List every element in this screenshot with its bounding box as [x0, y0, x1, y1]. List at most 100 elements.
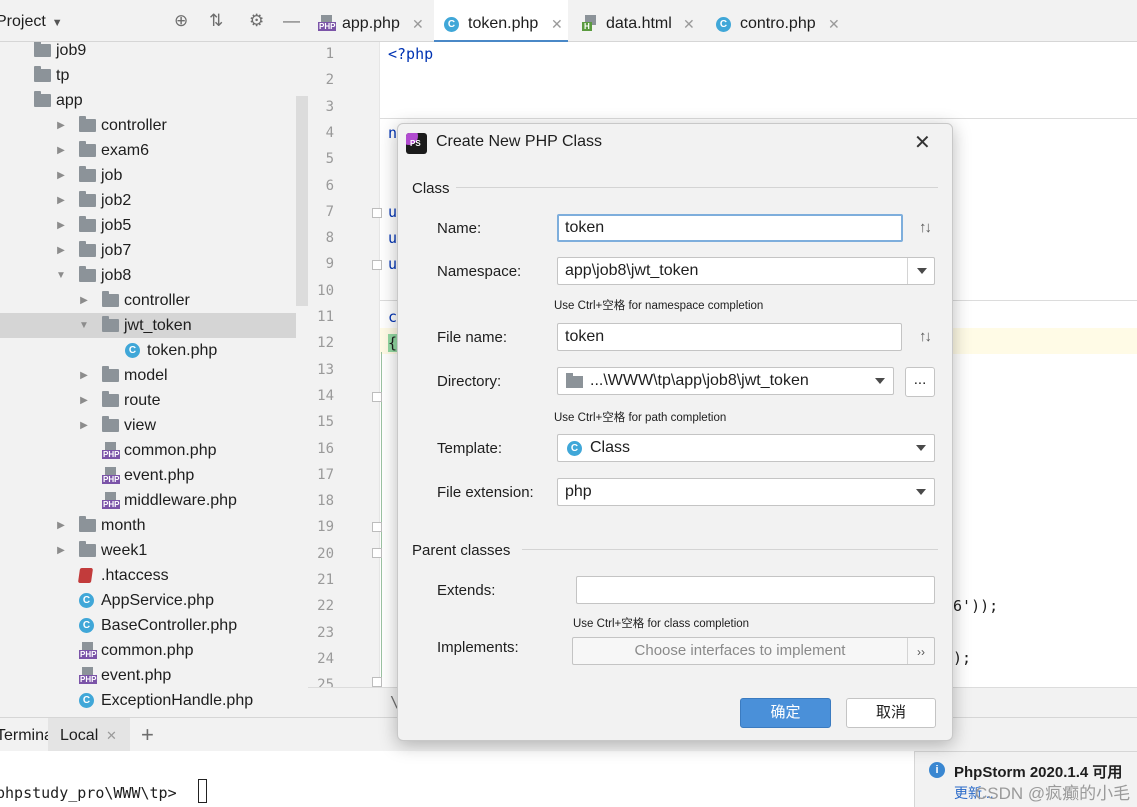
collapsed-arrow-icon[interactable]: ▶ — [55, 213, 67, 238]
tree-item[interactable]: PHP common.php — [0, 438, 296, 463]
tree-item[interactable]: ▶ exam6 — [0, 138, 296, 163]
line-number: 25 — [317, 677, 334, 687]
tab-app-php[interactable]: PHP app.php ✕ — [308, 0, 428, 42]
collapsed-arrow-icon[interactable]: ▶ — [78, 388, 90, 413]
swap-case-icon[interactable]: ↑↓ — [919, 328, 932, 345]
namespace-hint: Use Ctrl+空格 for namespace completion — [554, 300, 764, 312]
php-file-icon: PHP — [79, 667, 98, 684]
close-icon[interactable]: ✕ — [914, 130, 931, 155]
filename-value: token — [565, 328, 605, 345]
collapsed-arrow-icon[interactable]: ▶ — [78, 363, 90, 388]
tree-item[interactable]: ▼app — [0, 88, 296, 113]
tree-item-label: common.php — [124, 442, 217, 459]
tree-item[interactable]: ▶ week1 — [0, 538, 296, 563]
tree-item[interactable]: ▶ controller — [0, 288, 296, 313]
gear-icon[interactable]: ⚙ — [249, 12, 264, 30]
tree-item[interactable]: .htaccess — [0, 563, 296, 588]
locate-icon[interactable]: ⊕ — [174, 12, 188, 30]
close-icon[interactable]: ✕ — [683, 0, 695, 48]
close-icon[interactable]: ✕ — [106, 728, 117, 744]
template-combo[interactable]: C Class — [557, 434, 935, 462]
code-line-1: <?php — [388, 45, 434, 63]
collapsed-arrow-icon[interactable]: ▶ — [78, 288, 90, 313]
tree-item[interactable]: PHP event.php — [0, 463, 296, 488]
close-icon[interactable]: ✕ — [551, 0, 563, 48]
tree-item[interactable]: job9 — [0, 42, 296, 63]
tree-item[interactable]: ▶ job7 — [0, 238, 296, 263]
class-file-icon: C — [79, 693, 94, 708]
browse-directory-button[interactable]: ... — [905, 367, 935, 397]
implements-input[interactable]: Choose interfaces to implement ›› — [572, 637, 935, 665]
swap-case-icon[interactable]: ↑↓ — [919, 219, 932, 236]
fold-marker-icon[interactable] — [372, 260, 382, 270]
add-terminal-icon[interactable]: + — [141, 722, 154, 748]
fold-marker-icon[interactable] — [372, 677, 382, 687]
collapsed-arrow-icon[interactable]: ▶ — [55, 513, 67, 538]
filename-input[interactable]: token — [557, 323, 902, 351]
close-icon[interactable]: ✕ — [828, 0, 840, 48]
project-view-selector[interactable]: Project ▼ — [0, 13, 63, 31]
extension-combo[interactable]: php — [557, 478, 935, 506]
expanded-arrow-icon[interactable]: ▼ — [78, 313, 90, 338]
tree-item[interactable]: tp — [0, 63, 296, 88]
tree-item[interactable]: ▶ controller — [0, 113, 296, 138]
fold-marker-icon[interactable] — [372, 548, 382, 558]
fold-marker-icon[interactable] — [372, 208, 382, 218]
collapsed-arrow-icon[interactable]: ▶ — [55, 113, 67, 138]
tree-item[interactable]: ▼ job8 — [0, 263, 296, 288]
collapsed-arrow-icon[interactable]: ▶ — [55, 138, 67, 163]
method-separator — [380, 118, 1137, 119]
tab-data-html[interactable]: H data.html ✕ — [572, 0, 702, 42]
editor-gutter: 1 2 3 4 5 6 7 8 9 10 11 12 13 14 15 16 17 18 19 20 21 22 23 24 2… — [308, 42, 380, 687]
name-input[interactable]: token — [557, 214, 903, 242]
directory-combo[interactable]: ...\WWW\tp\app\job8\jwt_token — [557, 367, 894, 395]
indent-guide — [381, 352, 382, 687]
collapsed-arrow-icon[interactable]: ▶ — [55, 163, 67, 188]
directory-dropdown-button[interactable] — [866, 368, 893, 394]
tree-item[interactable]: ▼ jwt_token — [0, 313, 296, 338]
collapsed-arrow-icon[interactable]: ▶ — [55, 188, 67, 213]
name-value: token — [565, 219, 605, 236]
tree-item[interactable]: ▶ job — [0, 163, 296, 188]
tree-item[interactable]: PHP common.php — [0, 638, 296, 663]
tree-item[interactable]: C BaseController.php — [0, 613, 296, 638]
collapsed-arrow-icon[interactable]: ▶ — [78, 413, 90, 438]
tab-contro-php[interactable]: C contro.php ✕ — [706, 0, 846, 42]
extends-input[interactable] — [576, 576, 935, 604]
collapsed-arrow-icon[interactable]: ▶ — [55, 238, 67, 263]
close-icon[interactable]: ✕ — [412, 0, 424, 48]
section-class-title: Class — [412, 180, 450, 197]
tree-item[interactable]: C ExceptionHandle.php — [0, 688, 296, 713]
choose-interfaces-button[interactable]: ›› — [907, 638, 934, 664]
folder-icon — [79, 241, 96, 257]
tree-item[interactable]: ▶ job2 — [0, 188, 296, 213]
line-number: 17 — [317, 466, 334, 483]
tree-item[interactable]: ▶ view — [0, 413, 296, 438]
tree-item[interactable]: ▶ month — [0, 513, 296, 538]
cancel-button[interactable]: 取消 — [846, 698, 936, 728]
collapse-all-icon[interactable]: ⇅ — [209, 12, 223, 30]
template-label: Template: — [437, 440, 503, 457]
chevron-down-icon — [917, 268, 927, 274]
fold-marker-icon[interactable] — [372, 522, 382, 532]
terminal-tab-local[interactable]: Local ✕ — [48, 718, 130, 752]
namespace-dropdown-button[interactable] — [907, 258, 934, 284]
tree-item[interactable]: ▶ route — [0, 388, 296, 413]
tree-item[interactable]: Ctoken.php — [0, 338, 296, 363]
fold-marker-icon[interactable] — [372, 392, 382, 402]
class-file-icon: C — [716, 17, 731, 32]
ok-button[interactable]: 确定 — [740, 698, 831, 728]
tree-item[interactable]: PHP event.php — [0, 663, 296, 688]
collapsed-arrow-icon[interactable]: ▶ — [55, 538, 67, 563]
tab-token-php[interactable]: C token.php ✕ — [434, 0, 568, 43]
extension-dropdown-button[interactable] — [907, 479, 934, 505]
tree-item[interactable]: ▶ job5 — [0, 213, 296, 238]
expanded-arrow-icon[interactable]: ▼ — [55, 263, 67, 288]
tree-scrollbar[interactable] — [296, 96, 308, 306]
namespace-combo[interactable]: app\job8\jwt_token — [557, 257, 935, 285]
tree-item[interactable]: C AppService.php — [0, 588, 296, 613]
tree-item[interactable]: ▶ model — [0, 363, 296, 388]
template-dropdown-button[interactable] — [907, 435, 934, 461]
hide-panel-icon[interactable]: — — [283, 12, 300, 30]
tree-item[interactable]: PHPmiddleware.php — [0, 488, 296, 513]
